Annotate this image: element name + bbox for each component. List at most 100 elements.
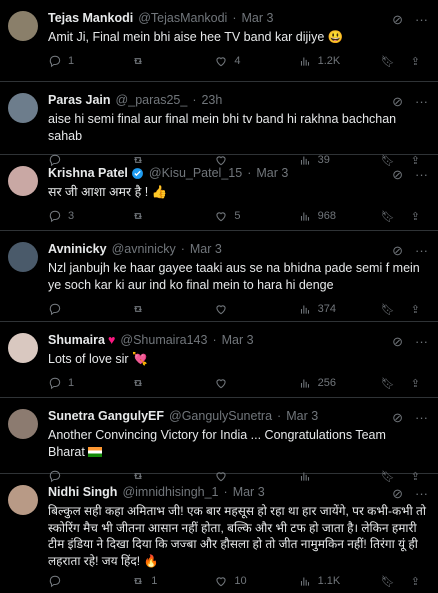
retweet-button[interactable] xyxy=(131,376,214,390)
grok-icon[interactable]: ⊘ xyxy=(392,12,403,28)
verified-badge-icon xyxy=(131,167,143,179)
grok-icon[interactable]: ⊘ xyxy=(392,334,403,350)
reply-feed: Tejas Mankodi @TejasMankodi · Mar 3 ⊘ ··… xyxy=(0,0,438,588)
more-icon[interactable]: ··· xyxy=(415,12,428,28)
views-button[interactable]: 374 xyxy=(298,302,381,316)
more-icon[interactable]: ··· xyxy=(415,410,428,426)
timestamp[interactable]: Mar 3 xyxy=(233,484,265,500)
author-name[interactable]: Avninicky xyxy=(48,241,107,257)
dot-separator: · xyxy=(180,242,185,256)
heart-icon xyxy=(216,305,227,315)
reply-icon xyxy=(49,210,61,223)
tweet-header: Krishna Patel @Kisu_Patel_15 · Mar 3 xyxy=(48,165,426,181)
retweet-icon xyxy=(134,306,143,312)
reply-button[interactable]: 1 xyxy=(48,376,131,390)
view-count: 1.1K xyxy=(317,575,341,587)
author-name[interactable]: Paras Jain xyxy=(48,92,111,108)
reply-button[interactable]: 1 xyxy=(48,54,131,68)
bookmark-icon[interactable]: 🔖︎ xyxy=(381,210,395,223)
header-icons: ⊘ ··· xyxy=(392,334,428,350)
author-name[interactable]: Shumaira xyxy=(48,332,105,348)
more-icon[interactable]: ··· xyxy=(415,334,428,350)
author-handle[interactable]: @imnidhisingh_1 xyxy=(122,484,218,500)
avatar[interactable] xyxy=(8,166,38,196)
retweet-icon xyxy=(134,213,143,219)
heart-icon xyxy=(216,212,227,222)
tweet[interactable]: Tejas Mankodi @TejasMankodi · Mar 3 ⊘ ··… xyxy=(0,0,438,82)
heart-icon xyxy=(216,57,227,67)
tweet[interactable]: Shumaira ♥ @Shumaira143 · Mar 3 ⊘ ··· Lo… xyxy=(0,322,438,398)
views-button[interactable]: 968 xyxy=(298,209,381,223)
avatar[interactable] xyxy=(8,93,38,123)
avatar[interactable] xyxy=(8,242,38,272)
author-handle[interactable]: @GangulySunetra xyxy=(169,408,272,424)
author-handle[interactable]: @avninicky xyxy=(112,241,176,257)
avatar[interactable] xyxy=(8,485,38,515)
dot-separator: · xyxy=(277,409,282,423)
share-icon[interactable]: ⇪ xyxy=(411,303,420,316)
more-icon[interactable]: ··· xyxy=(415,94,428,110)
avatar[interactable] xyxy=(8,409,38,439)
timestamp[interactable]: 23h xyxy=(201,92,222,108)
views-button[interactable]: 256 xyxy=(298,376,381,390)
author-name[interactable]: Sunetra GangulyEF xyxy=(48,408,164,424)
tweet-actions: 1 4 1.2K 🔖︎ ⇪ xyxy=(48,46,426,76)
tweet[interactable]: Krishna Patel @Kisu_Patel_15 · Mar 3 ⊘ ·… xyxy=(0,155,438,231)
more-icon[interactable]: ··· xyxy=(415,167,428,183)
author-handle[interactable]: @TejasMankodi xyxy=(138,10,227,26)
views-icon xyxy=(300,57,309,66)
bookmark-icon[interactable]: 🔖︎ xyxy=(381,303,395,316)
tweet[interactable]: Sunetra GangulyEF @GangulySunetra · Mar … xyxy=(0,398,438,483)
author-handle[interactable]: @Kisu_Patel_15 xyxy=(149,165,242,181)
more-icon[interactable]: ··· xyxy=(415,486,428,502)
grok-icon[interactable]: ⊘ xyxy=(392,243,403,259)
tweet-text-wrap: Another Convincing Victory for India ...… xyxy=(48,427,426,461)
red-heart-icon: ♥ xyxy=(107,333,116,347)
like-button[interactable]: 4 xyxy=(214,54,297,68)
tweet[interactable]: Avninicky @avninicky · Mar 3 ⊘ ··· Nzl j… xyxy=(0,231,438,322)
tweet-text: aise hi semi final aur final mein bhi tv… xyxy=(48,112,397,143)
retweet-icon xyxy=(134,380,143,386)
grok-icon[interactable]: ⊘ xyxy=(392,486,403,502)
bookmark-icon[interactable]: 🔖︎ xyxy=(381,55,395,68)
bookmark-icon[interactable]: 🔖︎ xyxy=(381,377,395,390)
share-icon[interactable]: ⇪ xyxy=(411,210,420,223)
reply-button[interactable] xyxy=(48,302,131,316)
tweet[interactable]: Nidhi Singh @imnidhisingh_1 · Mar 3 ⊘ ··… xyxy=(0,474,438,588)
like-button[interactable] xyxy=(214,376,297,390)
timestamp[interactable]: Mar 3 xyxy=(256,165,288,181)
tweet-header: Tejas Mankodi @TejasMankodi · Mar 3 xyxy=(48,10,426,26)
retweet-button[interactable] xyxy=(131,302,214,316)
like-button[interactable] xyxy=(214,302,297,316)
timestamp[interactable]: Mar 3 xyxy=(190,241,222,257)
share-icon[interactable]: ⇪ xyxy=(411,377,420,390)
author-name[interactable]: Krishna Patel xyxy=(48,165,128,181)
timestamp[interactable]: Mar 3 xyxy=(242,10,274,26)
reply-count: 1 xyxy=(68,55,75,67)
retweet-icon xyxy=(134,58,143,64)
author-name[interactable]: Nidhi Singh xyxy=(48,484,117,500)
grok-icon[interactable]: ⊘ xyxy=(392,410,403,426)
like-count: 10 xyxy=(234,575,247,587)
more-icon[interactable]: ··· xyxy=(415,243,428,259)
dot-separator: · xyxy=(223,485,228,499)
author-handle[interactable]: @Shumaira143 xyxy=(120,332,207,348)
grok-icon[interactable]: ⊘ xyxy=(392,167,403,183)
reply-button[interactable]: 3 xyxy=(48,209,131,223)
dot-separator: · xyxy=(247,166,252,180)
retweet-button[interactable] xyxy=(131,209,214,223)
grok-icon[interactable]: ⊘ xyxy=(392,94,403,110)
views-icon xyxy=(300,305,309,314)
view-count: 256 xyxy=(317,377,336,389)
avatar[interactable] xyxy=(8,11,38,41)
tweet[interactable]: Paras Jain @_paras25_ · 23h ⊘ ··· aise h… xyxy=(0,82,438,167)
views-button[interactable]: 1.2K xyxy=(298,54,381,68)
author-name[interactable]: Tejas Mankodi xyxy=(48,10,133,26)
share-icon[interactable]: ⇪ xyxy=(411,55,420,68)
avatar[interactable] xyxy=(8,333,38,363)
timestamp[interactable]: Mar 3 xyxy=(286,408,318,424)
retweet-button[interactable] xyxy=(131,54,214,68)
timestamp[interactable]: Mar 3 xyxy=(222,332,254,348)
like-button[interactable]: 5 xyxy=(214,209,297,223)
author-handle[interactable]: @_paras25_ xyxy=(116,92,188,108)
